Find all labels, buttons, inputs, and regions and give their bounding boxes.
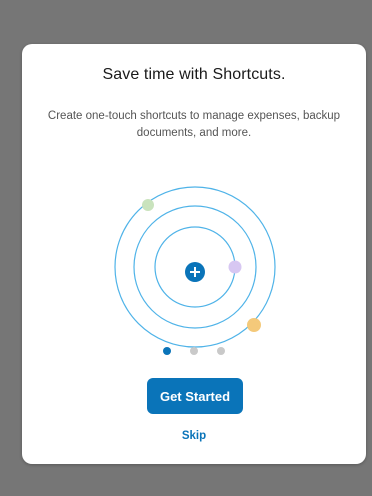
orbit-dot-green bbox=[142, 199, 154, 211]
page-indicator-dot-2[interactable] bbox=[190, 347, 198, 355]
plus-icon bbox=[185, 262, 205, 282]
dialog-description: Create one-touch shortcuts to manage exp… bbox=[47, 110, 341, 139]
skip-link[interactable]: Skip bbox=[22, 430, 366, 442]
orbit-dot-purple bbox=[228, 260, 242, 274]
dialog-title: Save time with Shortcuts. bbox=[102, 66, 286, 83]
get-started-button[interactable]: Get Started bbox=[147, 378, 243, 414]
orbit-dot-yellow bbox=[247, 318, 261, 332]
page-indicator-dot-3[interactable] bbox=[217, 347, 225, 355]
page-indicator bbox=[22, 347, 366, 355]
onboarding-dialog: Save time with Shortcuts. Create one-tou… bbox=[22, 44, 366, 464]
page-indicator-dot-1[interactable] bbox=[163, 347, 171, 355]
shortcuts-orbit-illustration bbox=[114, 186, 276, 348]
